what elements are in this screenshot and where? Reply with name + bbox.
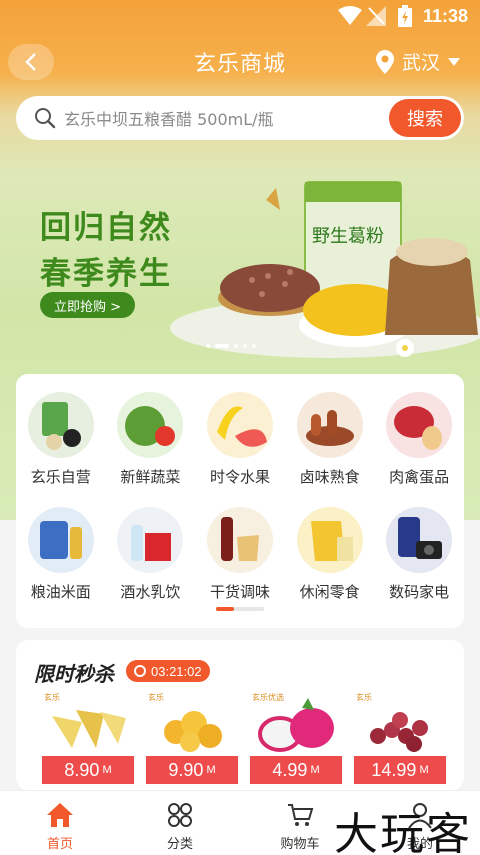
- seasoning-icon: [206, 507, 273, 573]
- product-price: 14.99 M: [354, 756, 446, 784]
- clock-text: 11:38: [422, 6, 468, 26]
- search-button[interactable]: 搜索: [389, 99, 461, 137]
- meat-egg-icon: [386, 392, 453, 458]
- banner-headline-1: 回归自然: [40, 210, 172, 246]
- location-pin-icon: [375, 49, 394, 74]
- category-item[interactable]: 时令水果: [195, 392, 285, 487]
- vegetable-icon: [117, 392, 184, 458]
- flash-sale-products: 玄乐 8.90M 玄乐 9.90M 玄乐优选 4.99M 玄乐 14.99: [42, 692, 446, 784]
- tab-category[interactable]: 分类: [120, 791, 240, 855]
- wifi-icon: [338, 6, 362, 25]
- banner-dot: [252, 344, 256, 348]
- banner-dot: [243, 344, 247, 348]
- category-label: 酒水乳饮: [120, 583, 181, 601]
- watermark-text: 大玩客: [334, 809, 472, 855]
- category-item[interactable]: 玄乐自营: [16, 392, 106, 487]
- clock-icon: [134, 665, 146, 677]
- product-card[interactable]: 玄乐 9.90 M: [146, 692, 238, 784]
- self-run-icon: [27, 392, 94, 458]
- product-card[interactable]: 玄乐 14.99 M: [354, 692, 446, 784]
- tab-label: 分类: [166, 837, 193, 852]
- product-card[interactable]: 玄乐 8.90 M: [42, 692, 134, 784]
- category-label: 肉禽蛋品: [389, 468, 450, 486]
- countdown-timer: 03:21:02: [126, 660, 210, 682]
- category-label: 数码家电: [389, 583, 450, 601]
- cart-icon: [288, 804, 314, 826]
- grain-oil-icon: [27, 507, 94, 573]
- category-scroll-indicator: [216, 607, 264, 611]
- search-icon: [35, 108, 56, 129]
- category-item[interactable]: 数码家电: [374, 507, 464, 602]
- category-item[interactable]: 休闲零食: [285, 507, 375, 602]
- promo-banner[interactable]: 野生葛粉 回归自然 春季养生 立即抢购 >: [0, 150, 480, 370]
- product-card[interactable]: 玄乐优选 4.99 M: [250, 692, 342, 784]
- tab-home[interactable]: 首页: [0, 791, 120, 855]
- product-tag: 玄乐: [148, 693, 164, 702]
- product-tag: 玄乐优选: [252, 693, 284, 702]
- banner-dot: [234, 344, 238, 348]
- category-label: 干货调味: [209, 583, 270, 601]
- product-tag: 玄乐: [44, 693, 60, 702]
- battery-icon: [398, 5, 412, 27]
- category-card: 玄乐自营 新鲜蔬菜 时令水果 卤味熟食 肉禽蛋品 粮油米面 酒水乳饮 干货调味 …: [16, 374, 464, 628]
- category-item[interactable]: 酒水乳饮: [106, 507, 196, 602]
- product-image: 玄乐: [354, 692, 446, 756]
- product-image: 玄乐: [146, 692, 238, 756]
- category-label: 休闲零食: [299, 583, 360, 601]
- banner-product-name: 野生葛粉: [312, 226, 384, 247]
- status-bar: 11:38: [0, 0, 480, 34]
- category-label: 玄乐自营: [30, 468, 91, 486]
- countdown-text: 03:21:02: [151, 663, 202, 679]
- category-item[interactable]: 肉禽蛋品: [374, 392, 464, 487]
- search-bar[interactable]: 玄乐中坝五粮香醋 500mL/瓶 搜索: [16, 96, 464, 140]
- signal-icon: [366, 6, 386, 26]
- product-image: 玄乐: [42, 692, 134, 756]
- flash-sale-title: 限时秒杀: [34, 662, 114, 686]
- product-image: 玄乐优选: [250, 692, 342, 756]
- category-label: 粮油米面: [30, 583, 91, 601]
- banner-headline-2: 春季养生: [40, 256, 172, 292]
- category-label: 时令水果: [209, 468, 270, 486]
- braised-food-icon: [296, 392, 363, 458]
- banner-dot-active: [215, 344, 229, 348]
- buy-now-button[interactable]: 立即抢购 >: [40, 292, 136, 318]
- drinks-icon: [117, 507, 184, 573]
- home-icon: [47, 803, 73, 827]
- category-item[interactable]: 粮油米面: [16, 507, 106, 602]
- tab-label: 首页: [46, 837, 73, 852]
- product-price: 8.90 M: [42, 756, 134, 784]
- category-label: 新鲜蔬菜: [120, 468, 181, 486]
- category-item[interactable]: 卤味熟食: [285, 392, 375, 487]
- tab-label: 购物车: [280, 837, 320, 852]
- product-price: 9.90 M: [146, 756, 238, 784]
- location-label: 武汉: [401, 52, 440, 74]
- category-label: 卤味熟食: [299, 468, 360, 486]
- banner-dot: [206, 344, 210, 348]
- electronics-icon: [386, 507, 453, 573]
- snack-icon: [296, 507, 363, 573]
- category-grid: 玄乐自营 新鲜蔬菜 时令水果 卤味熟食 肉禽蛋品 粮油米面 酒水乳饮 干货调味 …: [16, 392, 464, 602]
- product-price: 4.99 M: [250, 756, 342, 784]
- caret-down-icon: [448, 57, 460, 66]
- banner-pagination: [206, 344, 256, 348]
- app-header: 玄乐商城 武汉: [0, 40, 480, 84]
- flash-sale-section: 限时秒杀 03:21:02 玄乐 8.90 M 玄乐 9.90 M 玄乐优选 4.9…: [16, 640, 464, 790]
- category-item[interactable]: 干货调味: [195, 507, 285, 602]
- location-selector[interactable]: 武汉: [375, 48, 460, 75]
- fruit-icon: [206, 392, 273, 458]
- category-icon: [168, 803, 192, 827]
- product-tag: 玄乐: [356, 693, 372, 702]
- category-item[interactable]: 新鲜蔬菜: [106, 392, 196, 487]
